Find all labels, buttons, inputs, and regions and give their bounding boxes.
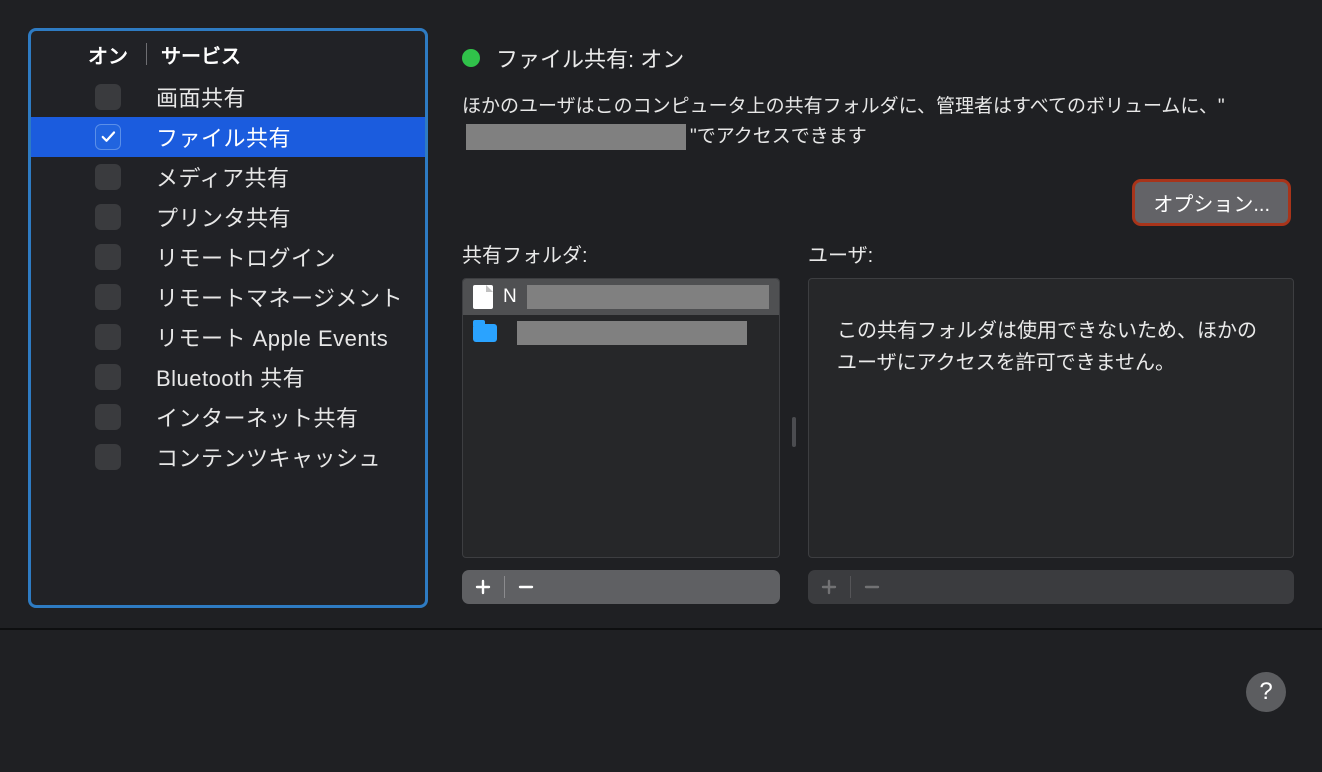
service-list: 画面共有 ファイル共有 メディア共有 プリンタ共有 リモートログイン [31,77,425,477]
service-label: メディア共有 [121,161,289,193]
status-title: ファイル共有: オン [496,42,684,74]
desc-quote-open: " [1218,92,1225,122]
service-label: プリンタ共有 [121,201,291,233]
service-label: リモート Apple Events [121,321,388,353]
folder-name-redacted [527,285,769,309]
shared-folders-list[interactable]: N [462,278,780,558]
service-checkbox[interactable] [95,364,121,390]
folder-row[interactable] [463,315,779,351]
service-label: インターネット共有 [121,401,359,433]
users-unavailable-message: この共有フォルダは使用できないため、ほかのユーザにアクセスを許可できません。 [809,279,1293,415]
service-checkbox[interactable] [95,284,121,310]
help-button[interactable]: ? [1246,672,1286,712]
service-label: 画面共有 [121,81,246,113]
service-checkbox[interactable] [95,404,121,430]
service-label: ファイル共有 [121,121,291,153]
service-label: コンテンツキャッシュ [121,441,381,473]
service-row-remote-management[interactable]: リモートマネージメント [31,277,425,317]
plus-icon [821,579,837,595]
minus-icon [864,579,880,595]
header-service: サービス [147,40,241,69]
add-user-button [808,570,850,604]
service-row-media-sharing[interactable]: メディア共有 [31,157,425,197]
shared-folders-title: 共有フォルダ: [462,239,780,268]
document-icon [473,285,493,309]
service-row-screen-sharing[interactable]: 画面共有 [31,77,425,117]
plus-icon [475,579,491,595]
desc-quote-close: " [690,122,697,152]
service-label: Bluetooth 共有 [121,361,305,393]
service-row-printer-sharing[interactable]: プリンタ共有 [31,197,425,237]
service-checkbox[interactable] [95,164,121,190]
minus-icon [518,579,534,595]
options-button[interactable]: オプション... [1135,182,1288,223]
status-dot-icon [462,49,480,67]
address-redacted [466,124,686,150]
services-sidebar: オン サービス 画面共有 ファイル共有 メディア共有 [28,28,428,608]
users-add-remove [808,570,1294,604]
check-icon [99,128,117,146]
add-folder-button[interactable] [462,570,504,604]
users-list: この共有フォルダは使用できないため、ほかのユーザにアクセスを許可できません。 [808,278,1294,558]
service-row-internet-sharing[interactable]: インターネット共有 [31,397,425,437]
folder-name-redacted [517,321,747,345]
desc-part2: でアクセスできます [697,122,867,152]
remove-folder-button[interactable] [505,570,547,604]
service-label: リモートログイン [121,241,336,273]
service-row-remote-login[interactable]: リモートログイン [31,237,425,277]
service-checkbox[interactable] [95,124,121,150]
service-row-file-sharing[interactable]: ファイル共有 [31,117,425,157]
header-on: オン [31,40,146,69]
service-row-bluetooth-sharing[interactable]: Bluetooth 共有 [31,357,425,397]
status-line: ファイル共有: オン [462,42,1294,74]
users-title: ユーザ: [808,239,1294,268]
service-row-content-cache[interactable]: コンテンツキャッシュ [31,437,425,477]
folders-add-remove [462,570,780,604]
users-column: ユーザ: この共有フォルダは使用できないため、ほかのユーザにアクセスを許可できま… [808,239,1294,604]
service-checkbox[interactable] [95,244,121,270]
sidebar-header: オン サービス [31,31,425,77]
footer: ? [0,630,1322,770]
main-panel: ファイル共有: オン ほかのユーザはこのコンピュータ上の共有フォルダに、管理者は… [462,28,1294,628]
service-checkbox[interactable] [95,204,121,230]
service-checkbox[interactable] [95,84,121,110]
service-checkbox[interactable] [95,324,121,350]
description-text: ほかのユーザはこのコンピュータ上の共有フォルダに、管理者はすべてのボリュームに、… [462,92,1262,152]
desc-part1: ほかのユーザはこのコンピュータ上の共有フォルダに、管理者はすべてのボリュームに、 [462,92,1218,122]
folder-row[interactable]: N [463,279,779,315]
service-row-remote-apple-events[interactable]: リモート Apple Events [31,317,425,357]
folder-text-prefix: N [503,286,517,308]
service-label: リモートマネージメント [121,281,403,313]
folder-icon [473,324,497,342]
shared-folders-column: 共有フォルダ: N [462,239,780,604]
remove-user-button [851,570,893,604]
service-checkbox[interactable] [95,444,121,470]
column-resize-handle[interactable] [792,417,796,447]
